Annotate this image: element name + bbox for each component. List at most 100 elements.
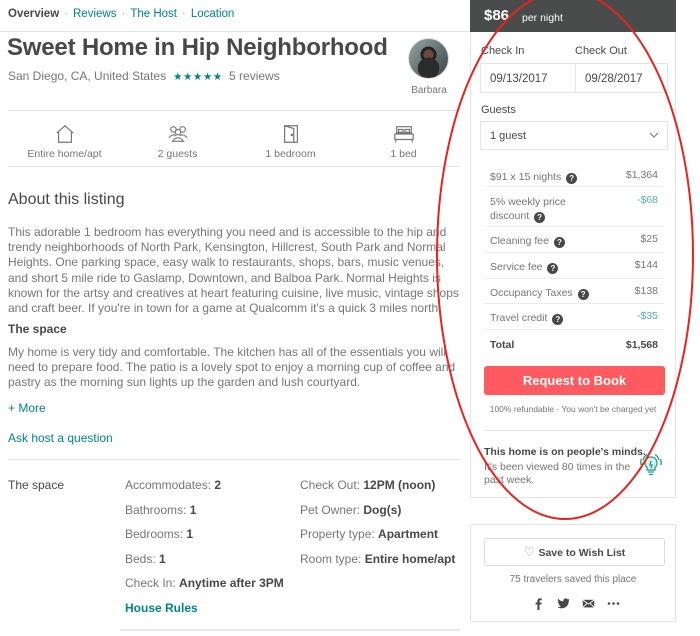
facebook-icon[interactable]	[532, 597, 545, 610]
lightbulb-icon	[640, 453, 662, 476]
fee-value: -$68	[636, 194, 658, 206]
refund-note: 100% refundable · You won't be charged y…	[489, 404, 657, 414]
fee-row-credit: Travel credit ? -$35	[484, 304, 664, 330]
detail-value: Dog(s)	[363, 503, 402, 517]
detail-beds: Beds: 1	[125, 552, 166, 566]
amenity-label: Entire home/apt	[27, 148, 102, 160]
nav-the-host[interactable]: The Host	[130, 8, 177, 20]
about-heading: About this listing	[8, 191, 125, 208]
detail-value: Anytime after 3PM	[179, 576, 284, 590]
host-name[interactable]: Barbara	[409, 85, 449, 96]
guests-icon	[167, 126, 188, 142]
total-value: $1,568	[625, 339, 658, 351]
listing-title: Sweet Home in Hip Neighborhood	[7, 34, 388, 61]
fee-row-cleaning: Cleaning fee ? $25	[484, 227, 664, 253]
fee-value: $25	[640, 233, 658, 245]
popularity-title: This home is on people's minds.	[484, 446, 646, 458]
check-out-input[interactable]: 09/28/2017	[575, 63, 668, 93]
door-icon	[283, 125, 298, 144]
ask-host-link[interactable]: Ask host a question	[8, 431, 113, 445]
request-to-book-button[interactable]: Request to Book	[484, 366, 665, 395]
fee-row-discount: 5% weekly price discount ? -$68	[484, 187, 664, 227]
share-icons	[532, 597, 620, 610]
fee-row-taxes: Occupancy Taxes ? $138	[484, 279, 664, 304]
nav-overview[interactable]: Overview	[8, 8, 59, 20]
fee-label-text: Cleaning fee	[490, 235, 549, 247]
fee-value: $1,364	[625, 169, 658, 181]
help-icon[interactable]: ?	[534, 212, 546, 223]
amenity-guests: 2 guests	[121, 117, 234, 162]
listing-location[interactable]: San Diego, CA, United States	[8, 69, 166, 83]
check-out-label: Check Out	[575, 45, 627, 57]
nav-separator: ·	[64, 8, 68, 20]
detail-key: Pet Owner:	[300, 503, 361, 517]
detail-value: 1	[159, 552, 166, 566]
total-label: Total	[490, 339, 515, 351]
help-icon[interactable]: ?	[552, 314, 564, 325]
nav-separator: ·	[121, 8, 126, 20]
fee-label-text: Service fee	[490, 261, 543, 273]
host-avatar[interactable]	[408, 38, 449, 79]
bed-icon	[393, 126, 414, 143]
detail-key: Check In:	[125, 576, 176, 590]
fee-label: 5% weekly price discount ?	[490, 195, 585, 223]
more-link[interactable]: + More	[8, 401, 46, 415]
more-icon[interactable]	[607, 597, 620, 610]
detail-key: Bedrooms:	[125, 527, 184, 541]
email-icon[interactable]	[582, 597, 595, 610]
detail-property-type: Property type: Apartment	[300, 527, 438, 541]
amenity-beds: 1 bed	[347, 117, 460, 162]
detail-value: 1	[186, 527, 194, 541]
twitter-icon[interactable]	[557, 597, 570, 610]
detail-value: Entire home/apt	[364, 552, 456, 566]
fee-label-text: $91 x 15 nights	[490, 171, 562, 183]
help-icon[interactable]: ?	[547, 263, 559, 274]
heart-icon: ♡	[523, 545, 535, 559]
help-icon[interactable]: ?	[577, 289, 589, 300]
nightly-price: $86	[484, 7, 510, 24]
reviews-link[interactable]: 5 reviews	[229, 69, 280, 83]
listing-subtitle: San Diego, CA, United States ★★★★★ 5 revi…	[8, 69, 280, 83]
detail-key: Bathrooms:	[125, 503, 187, 517]
detail-bedrooms: Bedrooms: 1	[125, 527, 193, 541]
fee-label-text: Occupancy Taxes	[490, 287, 573, 299]
popularity-text: It's been viewed 80 times in the past we…	[484, 461, 631, 486]
chevron-down-icon	[649, 132, 659, 138]
detail-check-in: Check In: Anytime after 3PM	[125, 576, 284, 590]
divider	[8, 110, 460, 111]
amenity-label: 1 bed	[390, 148, 417, 160]
detail-key: Room type:	[300, 552, 362, 566]
divider	[120, 629, 460, 631]
check-in-label: Check In	[481, 45, 525, 57]
fee-value: $144	[634, 259, 658, 271]
fee-label-text: Travel credit	[490, 312, 548, 324]
divider	[8, 166, 460, 167]
guests-select[interactable]: 1 guest	[480, 121, 668, 150]
fee-row-nightly: $91 x 15 nights ? $1,364	[484, 167, 664, 187]
detail-accommodates: Accommodates: 2	[125, 478, 221, 492]
nav-separator: ·	[181, 8, 186, 20]
fee-label: Travel credit ?	[490, 311, 564, 325]
amenity-label: 2 guests	[157, 148, 198, 160]
help-icon[interactable]: ?	[566, 173, 578, 184]
space-heading: The space	[8, 322, 67, 336]
help-icon[interactable]: ?	[553, 237, 565, 248]
guests-value: 1 guest	[490, 130, 527, 142]
section-nav: Overview · Reviews · The Host · Location	[8, 8, 234, 22]
nav-location[interactable]: Location	[191, 8, 234, 20]
home-icon	[55, 124, 74, 143]
check-in-input[interactable]: 09/13/2017	[480, 63, 576, 93]
fee-row-service: Service fee ? $144	[484, 253, 664, 279]
house-rules-link[interactable]: House Rules	[125, 601, 198, 615]
nav-reviews[interactable]: Reviews	[73, 8, 116, 20]
amenity-summary: Entire home/apt 2 guests 1 bedroom 1 bed	[8, 117, 460, 162]
space-description: My home is very tidy and comfortable. Th…	[8, 345, 456, 390]
save-to-wishlist-button[interactable]: ♡ Save to Wish List	[484, 538, 665, 566]
detail-value: 12PM (noon)	[363, 478, 436, 492]
detail-key: Check Out:	[300, 478, 361, 492]
detail-value: 2	[214, 478, 222, 492]
divider	[484, 430, 664, 431]
listing-description: This adorable 1 bedroom has everything y…	[8, 225, 459, 316]
amenity-bedrooms: 1 bedroom	[234, 117, 347, 162]
amenity-home-type: Entire home/apt	[8, 117, 121, 162]
